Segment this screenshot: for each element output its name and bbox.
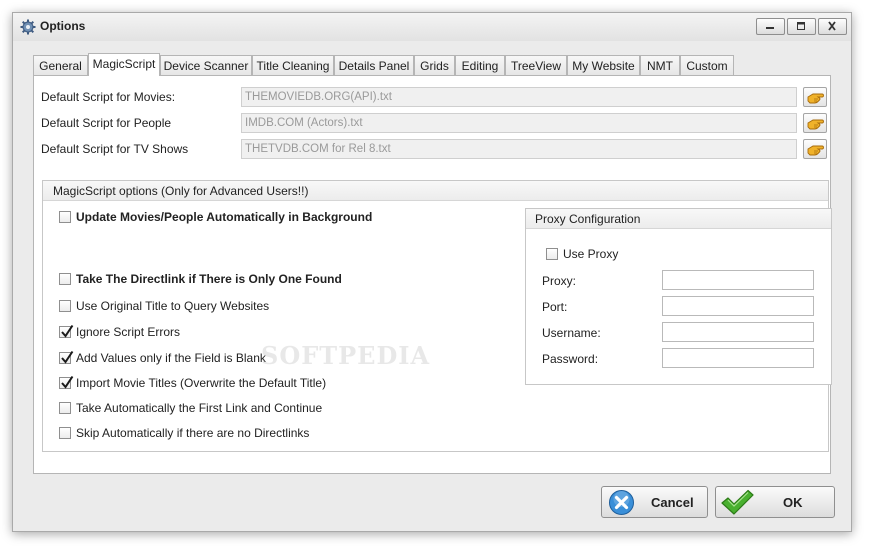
close-button[interactable] <box>818 18 847 35</box>
username-label: Username: <box>542 326 601 340</box>
checkbox-label: Take The Directlink if There is Only One… <box>76 272 342 286</box>
cancel-icon <box>609 490 634 515</box>
checkbox-label: Skip Automatically if there are no Direc… <box>76 426 310 440</box>
tab-custom[interactable]: Custom <box>680 55 734 75</box>
people-script-field[interactable]: IMDB.COM (Actors).txt <box>241 113 797 133</box>
tab-nmt[interactable]: NMT <box>640 55 680 75</box>
port-input[interactable] <box>662 296 814 316</box>
checkmark-icon <box>61 324 74 338</box>
options-window: Options General MagicScript Device Scann… <box>12 12 852 532</box>
close-icon <box>828 21 836 31</box>
group-title: MagicScript options (Only for Advanced U… <box>53 184 309 198</box>
minimize-button[interactable] <box>756 18 785 35</box>
checkmark-icon <box>721 489 754 515</box>
tab-general[interactable]: General <box>33 55 88 75</box>
checkbox-label: Update Movies/People Automatically in Ba… <box>76 210 373 224</box>
magicscript-panel: Default Script for Movies: THEMOVIEDB.OR… <box>33 75 832 474</box>
password-input[interactable] <box>662 348 814 368</box>
hand-pointer-icon <box>807 145 824 156</box>
proxy-header: Proxy Configuration <box>526 209 831 229</box>
maximize-button[interactable] <box>787 18 816 35</box>
port-label: Port: <box>542 300 568 314</box>
checkmark-icon <box>61 350 74 364</box>
proxy-title: Proxy Configuration <box>535 212 641 226</box>
tab-device-scanner[interactable]: Device Scanner <box>160 55 252 75</box>
maximize-icon <box>797 22 805 30</box>
group-header: MagicScript options (Only for Advanced U… <box>43 181 828 201</box>
tab-details-panel[interactable]: Details Panel <box>334 55 414 75</box>
ok-label: OK <box>783 495 803 510</box>
movies-script-field[interactable]: THEMOVIEDB.ORG(API).txt <box>241 87 797 107</box>
tab-grids[interactable]: Grids <box>414 55 455 75</box>
browse-people-button[interactable] <box>803 113 827 133</box>
browse-tvshows-button[interactable] <box>803 139 827 159</box>
movies-script-label: Default Script for Movies: <box>41 90 176 104</box>
tab-editing[interactable]: Editing <box>455 55 505 75</box>
checkbox-label: Take Automatically the First Link and Co… <box>76 401 323 415</box>
title-bar[interactable]: Options <box>13 13 851 41</box>
tab-title-cleaning[interactable]: Title Cleaning <box>252 55 334 75</box>
watermark: SOFTPEDIA <box>261 341 431 370</box>
tvshows-script-label: Default Script for TV Shows <box>41 142 189 156</box>
tvshows-script-field[interactable]: THETVDB.COM for Rel 8.txt <box>241 139 797 159</box>
tab-my-website[interactable]: My Website <box>567 55 640 75</box>
checkmark-icon <box>61 375 74 389</box>
password-label: Password: <box>542 352 599 366</box>
tab-treeview[interactable]: TreeView <box>505 55 567 75</box>
cancel-button[interactable]: Cancel <box>601 486 708 518</box>
people-script-label: Default Script for People <box>41 116 172 130</box>
proxy-label: Proxy: <box>542 274 577 288</box>
checkbox-label: Use Proxy <box>563 247 619 261</box>
checkbox-label: Ignore Script Errors <box>76 325 181 339</box>
checkbox-label: Use Original Title to Query Websites <box>76 299 270 313</box>
checkbox-label: Import Movie Titles (Overwrite the Defau… <box>76 376 327 390</box>
proxy-configuration-group: Proxy Configuration Use Proxy Proxy: Por… <box>525 208 832 385</box>
gear-icon <box>20 19 36 35</box>
proxy-input[interactable] <box>662 270 814 290</box>
minimize-icon <box>766 27 774 29</box>
ok-button[interactable]: OK <box>715 486 835 518</box>
checkbox-label: Add Values only if the Field is Blank <box>76 351 266 365</box>
username-input[interactable] <box>662 322 814 342</box>
tab-magicscript[interactable]: MagicScript <box>88 53 160 76</box>
cancel-label: Cancel <box>651 495 694 510</box>
hand-pointer-icon <box>807 119 824 130</box>
window-title: Options <box>40 19 86 33</box>
magicscript-options-group: MagicScript options (Only for Advanced U… <box>42 180 832 452</box>
hand-pointer-icon <box>807 93 824 104</box>
browse-movies-button[interactable] <box>803 87 827 107</box>
